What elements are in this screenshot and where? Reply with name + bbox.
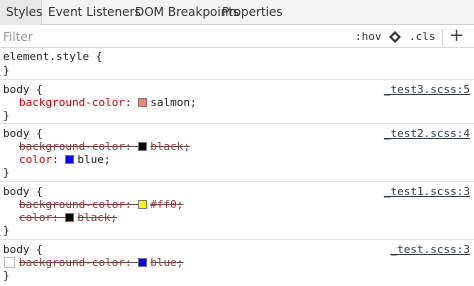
css-property-value[interactable]: #ff0 xyxy=(150,198,177,211)
style-rule: body { _test2.scss:4 background-color: b… xyxy=(0,124,474,182)
css-property-value[interactable]: black xyxy=(77,211,110,224)
css-property-name[interactable]: background-color xyxy=(19,198,125,211)
styles-toolbar: :hov .cls + xyxy=(0,25,474,48)
rule-source-link[interactable]: _test.scss:3 xyxy=(391,243,470,257)
color-swatch-icon[interactable] xyxy=(138,98,148,107)
rule-source-link[interactable]: _test2.scss:4 xyxy=(384,127,470,141)
style-rule: body { _test3.scss:5 background-color: s… xyxy=(0,80,474,124)
css-semicolon: ; xyxy=(176,256,184,269)
rule-close-brace: } xyxy=(3,109,10,122)
sidebar-tab-bar: Styles Event Listeners DOM Breakpoints P… xyxy=(0,0,474,25)
cls-toggle-button[interactable]: .cls xyxy=(409,30,436,43)
css-declaration-overridden[interactable]: color: black; xyxy=(19,211,117,225)
css-semicolon: ; xyxy=(110,211,118,224)
rule-close-brace: } xyxy=(3,224,10,237)
element-classes-icon[interactable] xyxy=(389,31,401,43)
css-colon: : xyxy=(124,96,132,109)
css-declaration[interactable]: background-color: salmon; xyxy=(19,96,197,110)
css-property-name[interactable]: background-color xyxy=(19,256,125,269)
css-declaration-overridden[interactable]: background-color: black; xyxy=(19,140,190,154)
color-swatch-icon[interactable] xyxy=(138,200,148,209)
css-property-name[interactable]: color xyxy=(19,153,52,166)
rule-selector[interactable]: element.style { xyxy=(3,50,102,64)
rule-selector[interactable]: body { xyxy=(3,83,43,97)
rule-close-brace: } xyxy=(3,166,10,179)
style-rule: body { _test1.scss:3 background-color: #… xyxy=(0,182,474,240)
style-rule: body { _test.scss:3 background-color: bl… xyxy=(0,240,474,286)
css-colon: : xyxy=(52,153,59,166)
css-semicolon: ; xyxy=(176,198,184,211)
rule-selector[interactable]: body { xyxy=(3,185,43,199)
css-property-name[interactable]: background-color xyxy=(19,96,125,109)
rule-source-link[interactable]: _test3.scss:5 xyxy=(384,83,470,97)
css-semicolon: ; xyxy=(183,140,190,153)
css-colon: : xyxy=(52,211,59,224)
toolbar-divider xyxy=(442,29,443,45)
hov-toggle-button[interactable]: :hov xyxy=(355,30,382,43)
css-property-value[interactable]: black xyxy=(150,140,183,153)
color-swatch-icon[interactable] xyxy=(138,142,148,151)
tab-styles[interactable]: Styles xyxy=(0,0,42,25)
css-semicolon: ; xyxy=(103,153,111,166)
property-enable-checkbox[interactable] xyxy=(4,257,15,268)
color-swatch-icon[interactable] xyxy=(65,155,75,164)
new-style-rule-button[interactable]: + xyxy=(449,25,464,46)
css-colon: : xyxy=(124,140,132,153)
css-declaration-overridden[interactable]: background-color: blue; xyxy=(19,256,183,270)
color-swatch-icon[interactable] xyxy=(65,213,75,222)
rule-selector[interactable]: body { xyxy=(3,127,43,141)
css-property-value[interactable]: blue xyxy=(77,153,104,166)
rule-close-brace: } xyxy=(3,269,10,282)
rule-selector[interactable]: body { xyxy=(3,243,43,257)
css-declaration-overridden[interactable]: background-color: #ff0; xyxy=(19,198,183,212)
css-property-value[interactable]: salmon xyxy=(150,96,190,109)
css-property-name[interactable]: color xyxy=(19,211,52,224)
css-property-value[interactable]: blue xyxy=(150,256,177,269)
tab-properties[interactable]: Properties xyxy=(216,0,289,25)
css-declaration[interactable]: color: blue; xyxy=(19,153,111,167)
element-style-rule: element.style { } xyxy=(0,48,474,80)
css-colon: : xyxy=(124,198,132,211)
css-colon: : xyxy=(124,256,132,269)
rule-close-brace: } xyxy=(3,64,10,77)
color-swatch-icon[interactable] xyxy=(138,258,148,267)
css-semicolon: ; xyxy=(189,96,197,109)
filter-input[interactable] xyxy=(3,28,303,46)
rule-source-link[interactable]: _test1.scss:3 xyxy=(384,185,470,199)
css-property-name[interactable]: background-color xyxy=(19,140,125,153)
